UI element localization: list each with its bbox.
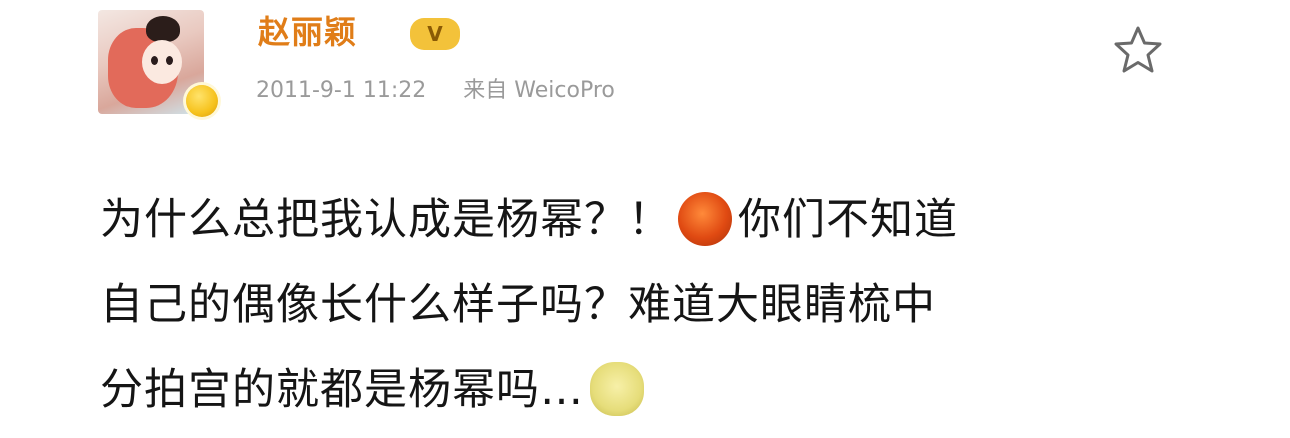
content-text: 自己的偶像长什么样子吗？难道大眼睛梳中 <box>100 280 936 330</box>
cat-face-emoji-icon <box>590 361 644 416</box>
avatar-hair-bun <box>146 16 180 42</box>
post-meta: 2011-9-1 11:22 来自 WeicoPro <box>256 76 615 106</box>
weibo-post: 赵丽颖 V 2011-9-1 11:22 来自 WeicoPro 为什么总把我认… <box>0 0 1290 438</box>
post-source[interactable]: WeicoPro <box>514 78 615 103</box>
angry-face-emoji-icon <box>678 191 732 246</box>
source-prefix: 来自 <box>463 78 508 103</box>
content-text: 你们不知道 <box>738 195 958 245</box>
content-line: 自己的偶像长什么样子吗？难道大眼睛梳中 <box>100 263 1200 348</box>
content-text: 分拍宫的就都是杨幂吗… <box>100 365 584 415</box>
avatar-eye <box>166 56 173 65</box>
author-name[interactable]: 赵丽颖 <box>258 12 357 52</box>
star-outline-icon[interactable] <box>1112 24 1164 76</box>
content-text: 为什么总把我认成是杨幂？！ <box>100 195 672 245</box>
content-line: 分拍宫的就都是杨幂吗… <box>100 348 1200 433</box>
vip-badge[interactable]: V <box>410 18 460 50</box>
post-content: 为什么总把我认成是杨幂？！ 你们不知道 自己的偶像长什么样子吗？难道大眼睛梳中 分… <box>100 178 1200 433</box>
avatar-eye <box>151 56 158 65</box>
content-line: 为什么总把我认成是杨幂？！ 你们不知道 <box>100 178 1200 263</box>
post-timestamp: 2011-9-1 11:22 <box>256 78 427 103</box>
avatar-face <box>142 40 182 84</box>
verified-badge-icon <box>186 85 218 117</box>
